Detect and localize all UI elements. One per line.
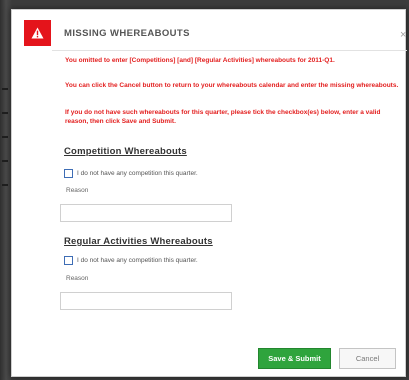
close-icon[interactable]: × [400,29,406,41]
background-text-fragment [2,136,8,138]
checkbox-instructions-message: If you do not have such whereabouts for … [65,109,381,125]
competition-reason-input[interactable] [60,204,232,222]
missing-whereabouts-dialog: MISSING WHEREABOUTS × You omitted to ent… [11,9,407,377]
warning-triangle-icon [24,20,51,46]
regular-activities-checkbox-row[interactable]: I do not have any competition this quart… [64,256,198,265]
regular-activities-reason-input[interactable] [60,292,232,310]
competition-checkbox-label: I do not have any competition this quart… [77,170,198,177]
competition-reason-label: Reason [66,187,89,194]
competition-checkbox[interactable] [64,169,73,178]
header-divider [52,50,407,51]
dialog-title: MISSING WHEREABOUTS [64,28,190,39]
regular-activities-section-title: Regular Activities Whereabouts [64,236,213,247]
competition-section-title: Competition Whereabouts [64,146,187,157]
competition-checkbox-row[interactable]: I do not have any competition this quart… [64,169,198,178]
background-text-fragment [2,184,8,186]
background-text-fragment [2,88,8,90]
cancel-button[interactable]: Cancel [339,348,396,369]
regular-activities-checkbox-label: I do not have any competition this quart… [77,257,198,264]
background-text-fragment [2,112,8,114]
background-text-fragment [2,160,8,162]
save-and-submit-button[interactable]: Save & Submit [258,348,331,369]
cancel-instructions-message: You can click the Cancel button to retur… [65,82,399,89]
regular-activities-reason-label: Reason [66,275,89,282]
regular-activities-checkbox[interactable] [64,256,73,265]
omitted-whereabouts-message: You omitted to enter [Competitions] [and… [65,57,335,64]
